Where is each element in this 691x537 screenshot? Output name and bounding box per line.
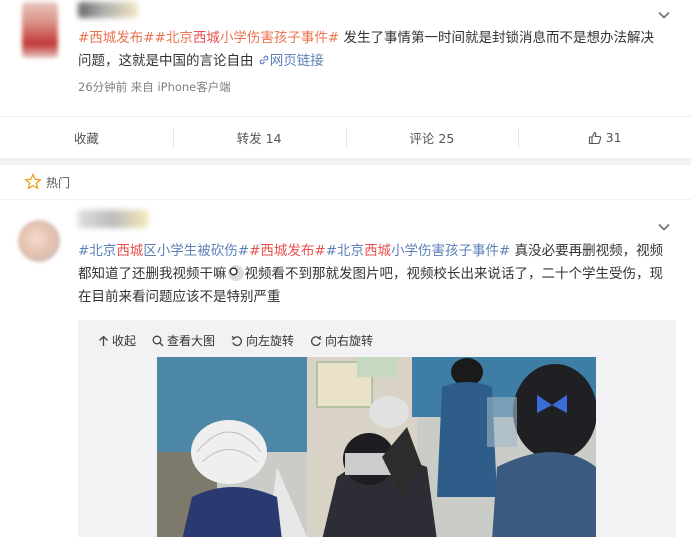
chevron-down-icon[interactable]: [657, 220, 671, 234]
post-text: #西城发布##北京西城小学伤害孩子事件# 发生了事情第一时间就是封锁消息而不是想…: [78, 27, 658, 73]
link-icon: [259, 55, 269, 65]
hot-section-header: 热门: [0, 165, 691, 199]
weibo-post-2: #北京西城区小学生被砍伤##西城发布##北京西城小学伤害孩子事件# 真没必要再删…: [0, 200, 691, 537]
avatar[interactable]: [22, 2, 58, 58]
hashtag-link[interactable]: #西城发布##北京西城小学伤害孩子事件#: [78, 30, 339, 46]
hashtag-link[interactable]: #北京西城小学伤害孩子事件#: [326, 243, 511, 259]
like-button[interactable]: 31: [518, 117, 691, 158]
web-link[interactable]: 网页链接: [258, 53, 324, 69]
view-large-button[interactable]: 查看大图: [152, 332, 215, 349]
post-text: #北京西城区小学生被砍伤##西城发布##北京西城小学伤害孩子事件# 真没必要再删…: [78, 240, 668, 309]
hot-label: 热门: [46, 176, 71, 190]
post-photo[interactable]: [157, 357, 596, 537]
collapse-button[interactable]: 收起: [98, 332, 136, 349]
magnifier-icon: [152, 335, 164, 347]
repost-button[interactable]: 转发 14: [172, 117, 346, 158]
collect-button[interactable]: 收藏: [0, 117, 173, 158]
username-blurred[interactable]: [78, 210, 148, 228]
emoji-icon: [227, 265, 244, 281]
media-toolbar: 收起 查看大图 向左旋转 向右旋转: [98, 332, 373, 349]
post-meta[interactable]: 26分钟前 来自 iPhone客户端: [78, 79, 231, 95]
rotate-right-icon: [311, 335, 322, 346]
rotate-right-button[interactable]: 向右旋转: [310, 332, 373, 349]
username-blurred[interactable]: [78, 2, 138, 18]
comment-button[interactable]: 评论 25: [345, 117, 519, 158]
hashtag-link[interactable]: #北京西城区小学生被砍伤#: [78, 243, 249, 259]
hashtag-link[interactable]: #西城发布#: [249, 243, 326, 259]
rotate-left-icon: [231, 335, 243, 346]
rotate-left-button[interactable]: 向左旋转: [231, 332, 294, 349]
star-icon: [24, 173, 42, 190]
media-viewer: 收起 查看大图 向左旋转 向右旋转: [78, 320, 676, 537]
chevron-down-icon[interactable]: [657, 8, 671, 22]
arrow-up-icon: [99, 335, 108, 346]
weibo-post-1: #西城发布##北京西城小学伤害孩子事件# 发生了事情第一时间就是封锁消息而不是想…: [0, 0, 691, 158]
action-bar: 收藏 转发 14 评论 25 31: [0, 116, 691, 158]
thumbs-up-icon: [588, 131, 602, 145]
avatar[interactable]: [18, 220, 60, 262]
